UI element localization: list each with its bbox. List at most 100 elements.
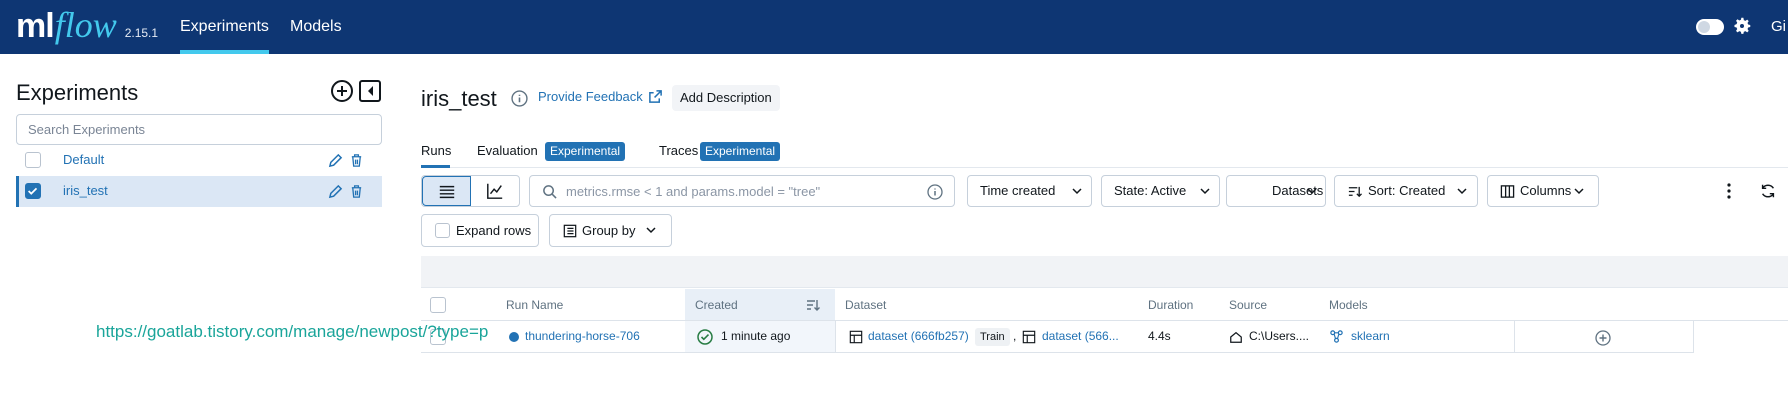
header-run-name[interactable]: Run Name <box>506 289 563 321</box>
sort-desc-icon[interactable] <box>805 297 821 313</box>
table-header-row: Run Name Created Dataset Duration Source… <box>421 289 1788 321</box>
chevron-down-icon <box>1072 188 1082 195</box>
chevron-down-icon <box>1200 188 1210 195</box>
logo-ml-text: ml <box>16 7 55 45</box>
info-icon[interactable] <box>511 90 528 107</box>
experiment-row-default[interactable]: Default <box>16 145 382 176</box>
gear-icon[interactable] <box>1731 13 1753 39</box>
dataset-context-tag: Train <box>975 327 1010 346</box>
table-row[interactable]: thundering-horse-706 1 minute ago datase… <box>421 321 1694 353</box>
runs-filter-input[interactable]: metrics.rmse < 1 and params.model = "tre… <box>529 175 955 207</box>
column-divider <box>1693 321 1694 352</box>
table-icon <box>849 330 863 344</box>
chevron-down-icon <box>1574 188 1584 195</box>
chart-view-button[interactable] <box>471 176 519 206</box>
columns-dropdown[interactable]: Columns <box>1487 175 1599 207</box>
mlflow-logo[interactable]: ml flow 2.15.1 <box>16 4 158 48</box>
sidebar-title: Experiments <box>16 80 139 105</box>
sort-icon <box>1348 186 1362 198</box>
experiment-checkbox-checked[interactable] <box>25 183 41 199</box>
header-dataset[interactable]: Dataset <box>845 289 886 321</box>
expand-rows-checkbox[interactable] <box>435 223 450 238</box>
run-color-dot[interactable] <box>509 332 519 342</box>
dataset-link[interactable]: dataset (566... <box>1042 321 1119 352</box>
chevron-down-icon <box>1307 188 1317 195</box>
github-link[interactable]: Gi <box>1771 18 1786 35</box>
table-icon <box>1022 330 1036 344</box>
dropdown-label: State: Active <box>1114 183 1187 198</box>
nav-experiments[interactable]: Experiments <box>180 0 269 54</box>
sort-dropdown[interactable]: Sort: Created <box>1334 175 1478 207</box>
experiment-title: iris_test <box>421 86 497 111</box>
created-value: 1 minute ago <box>721 329 791 343</box>
top-navbar: ml flow 2.15.1 Experiments Models Gi <box>0 0 1788 54</box>
view-mode-toggle <box>421 175 520 207</box>
delete-icon[interactable] <box>349 153 364 168</box>
tab-evaluation[interactable]: Evaluation <box>477 143 538 158</box>
dataset-separator: , <box>1013 329 1017 343</box>
dropdown-label: Time created <box>980 183 1056 198</box>
experimental-badge: Experimental <box>545 142 626 161</box>
more-options-icon[interactable] <box>1722 182 1736 200</box>
duration-value: 4.4s <box>1148 329 1171 343</box>
source-value[interactable]: C:\Users.... <box>1249 321 1309 352</box>
delete-icon[interactable] <box>349 184 364 199</box>
table-view-button[interactable] <box>422 176 471 206</box>
watermark-url: https://goatlab.tistory.com/manage/newpo… <box>96 322 489 341</box>
edit-icon[interactable] <box>328 184 343 199</box>
search-icon <box>543 185 557 199</box>
version-label: 2.15.1 <box>124 26 159 40</box>
grid-group-header <box>421 256 1788 288</box>
info-icon[interactable] <box>927 184 943 200</box>
dropdown-label: Columns <box>1520 183 1572 198</box>
dropdown-label: Sort: Created <box>1368 183 1446 198</box>
group-by-button[interactable]: Group by <box>549 214 672 247</box>
edit-icon[interactable] <box>328 153 343 168</box>
chevron-down-icon <box>646 227 656 234</box>
columns-icon <box>1500 185 1515 198</box>
list-icon <box>439 185 455 199</box>
tab-runs[interactable]: Runs <box>421 143 451 158</box>
expand-rows-toggle[interactable]: Expand rows <box>421 214 539 247</box>
experimental-badge: Experimental <box>700 142 781 161</box>
group-by-icon <box>563 224 577 238</box>
header-models[interactable]: Models <box>1329 289 1368 321</box>
time-created-dropdown[interactable]: Time created <box>967 175 1092 207</box>
dataset-link[interactable]: dataset (666fb257) <box>868 321 969 352</box>
group-by-label: Group by <box>582 223 636 238</box>
chart-icon <box>487 183 503 199</box>
experiment-row-iris-test[interactable]: iris_test <box>16 176 382 207</box>
nav-models[interactable]: Models <box>290 0 342 54</box>
success-check-icon <box>697 329 713 345</box>
provide-feedback-link[interactable]: Provide Feedback <box>538 89 643 104</box>
add-column-icon[interactable] <box>1595 330 1611 346</box>
model-link[interactable]: sklearn <box>1351 321 1390 352</box>
expand-rows-label: Expand rows <box>456 223 532 238</box>
collapse-sidebar-icon[interactable] <box>358 79 382 103</box>
header-source[interactable]: Source <box>1229 289 1267 321</box>
experiment-name[interactable]: Default <box>63 152 104 167</box>
chevron-down-icon <box>1457 188 1467 195</box>
tab-traces[interactable]: Traces <box>659 143 698 158</box>
add-experiment-icon[interactable] <box>330 79 354 103</box>
logo-flow-text: flow <box>54 5 117 45</box>
experiment-checkbox[interactable] <box>25 152 41 168</box>
datasets-dropdown[interactable]: Datasets <box>1226 175 1326 207</box>
active-tab-indicator <box>421 165 450 168</box>
check-icon <box>28 187 38 195</box>
state-dropdown[interactable]: State: Active <box>1101 175 1220 207</box>
header-duration[interactable]: Duration <box>1148 289 1193 321</box>
header-created[interactable]: Created <box>695 289 738 321</box>
select-all-checkbox[interactable] <box>430 297 446 313</box>
source-home-icon <box>1230 331 1242 343</box>
external-link-icon[interactable] <box>648 89 663 104</box>
run-name-link[interactable]: thundering-horse-706 <box>525 321 640 352</box>
search-experiments-input[interactable]: Search Experiments <box>16 114 382 145</box>
tabs-divider <box>421 167 1788 168</box>
refresh-icon[interactable] <box>1759 181 1777 201</box>
add-description-button[interactable]: Add Description <box>672 85 780 111</box>
column-divider <box>1514 321 1515 352</box>
experiment-name[interactable]: iris_test <box>63 183 108 198</box>
column-divider <box>835 321 836 352</box>
theme-toggle[interactable] <box>1696 19 1724 35</box>
